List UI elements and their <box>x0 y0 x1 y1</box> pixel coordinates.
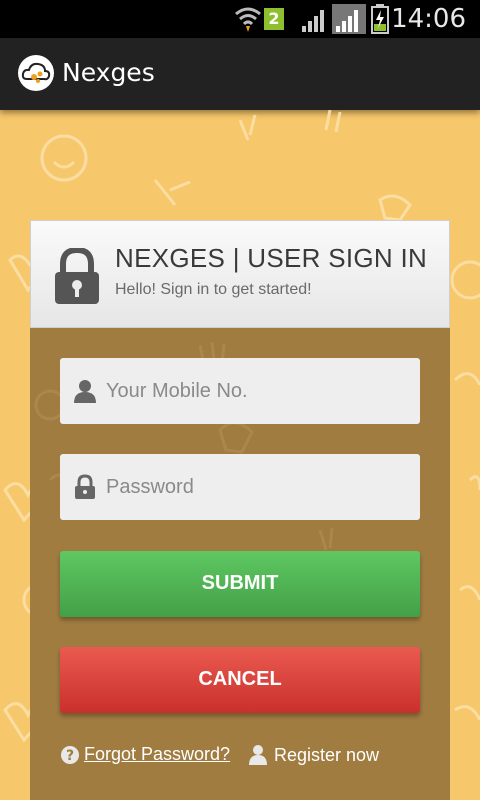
card-subtitle: Hello! Sign in to get started! <box>115 281 312 298</box>
card-title: NEXGES | USER SIGN IN <box>115 243 428 273</box>
wifi-icon <box>235 7 261 32</box>
cancel-button[interactable]: CANCEL <box>60 647 420 713</box>
help-icon: ? <box>61 745 79 764</box>
forgot-password-label: Forgot Password? <box>84 744 231 764</box>
cloud-logo-icon <box>18 55 54 91</box>
svg-text:?: ? <box>66 748 74 764</box>
card-header: NEXGES | USER SIGN IN Hello! Sign in to … <box>30 220 450 328</box>
user-icon <box>74 380 96 403</box>
clock-time: 14:06 <box>391 4 466 34</box>
mobile-field[interactable] <box>60 358 420 424</box>
user-icon <box>249 745 267 765</box>
battery-charging-icon <box>371 4 389 34</box>
register-label: Register now <box>274 744 380 765</box>
sim-badge: 2 <box>264 8 284 30</box>
login-card: NEXGES | USER SIGN IN Hello! Sign in to … <box>30 220 450 800</box>
action-bar: Nexges <box>0 38 480 110</box>
lock-icon <box>55 248 99 304</box>
password-input[interactable] <box>106 454 406 520</box>
mobile-input[interactable] <box>106 358 406 424</box>
signal-icon <box>332 4 366 34</box>
padlock-icon <box>75 474 95 499</box>
status-bar: 2 14:06 <box>0 0 480 38</box>
register-link[interactable]: Register now <box>248 744 379 766</box>
password-field[interactable] <box>60 454 420 520</box>
signal-icon <box>302 10 324 32</box>
app-title: Nexges <box>62 58 155 87</box>
forgot-password-link[interactable]: ? Forgot Password? <box>60 744 230 765</box>
submit-button[interactable]: SUBMIT <box>60 551 420 617</box>
